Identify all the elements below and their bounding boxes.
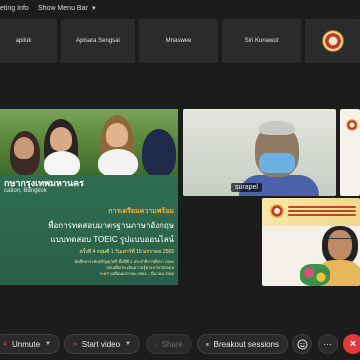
control-toolbar: Unmute ▼ Start video ▼ Share Breakout se… <box>0 330 360 358</box>
emoji-icon <box>297 339 307 349</box>
participant-name: Mnaswee <box>165 38 192 44</box>
start-video-label: Start video <box>81 339 121 349</box>
participant-tile[interactable]: Apisara Sengsai <box>61 19 135 63</box>
reactions-button[interactable] <box>292 334 312 354</box>
chevron-down-icon: ▼ <box>45 341 51 347</box>
seal-icon <box>270 204 284 218</box>
show-menu-bar-label: Show Menu Bar <box>38 5 88 12</box>
shared-photo <box>0 109 178 177</box>
glasses <box>328 238 352 245</box>
top-bar: eting Info Show Menu Bar ▼ <box>0 0 360 20</box>
chevron-down-icon: ▼ <box>125 341 131 347</box>
announcement-note: ระหว่างเดือนมกราคม 2564 – มีนาคม 2565 <box>99 271 174 276</box>
announcement: การเตรียมความพร้อม พื่อการทดสอบมาตรฐานภา… <box>14 206 174 277</box>
participant-name-tag: surapel <box>231 183 262 192</box>
face-mask <box>259 153 295 173</box>
video-tile-surapel[interactable]: surapel <box>183 109 336 196</box>
share-icon <box>155 343 157 345</box>
breakout-sessions-button[interactable]: Breakout sessions <box>197 334 288 354</box>
meeting-info-link[interactable]: eting Info <box>0 5 29 12</box>
announcement-line: แบบทดสอบ TOEIC รูปแบบออนไลน์ <box>50 235 174 244</box>
chevron-down-icon: ▼ <box>90 5 97 12</box>
participant-tile[interactable]: Mnaswee <box>139 19 218 63</box>
person-hair <box>259 121 295 135</box>
video-tile-speaker[interactable] <box>262 198 360 286</box>
leave-meeting-button[interactable]: × <box>343 334 360 354</box>
microphone-muted-icon <box>3 341 7 347</box>
person-face <box>328 230 352 260</box>
start-video-button[interactable]: Start video ▼ <box>64 334 140 354</box>
unmute-button[interactable]: Unmute ▼ <box>0 334 60 354</box>
meeting-window: eting Info Show Menu Bar ▼ apiluk Apisar… <box>0 0 360 360</box>
school-subtitle: cation, Bangkok <box>4 188 47 194</box>
shared-screen: กษากรุงเทพมหานคร cation, Bangkok การเตรี… <box>0 109 178 285</box>
share-label: Share <box>161 339 183 349</box>
unmute-label: Unmute <box>12 339 41 349</box>
breakout-label: Breakout sessions <box>213 339 279 349</box>
more-icon: … <box>323 337 333 347</box>
announcement-date: ครั้งที่ 4 กลุ่มที่ 1 วันเสาร์ที่ 15 มกร… <box>79 249 174 255</box>
background-banner <box>262 198 360 226</box>
participant-name: Apisara Sengsai <box>76 38 120 44</box>
announcement-line: พื่อการทดสอบมาตรฐานภาษาอังกฤษ <box>48 221 174 230</box>
seal-icon <box>346 119 358 131</box>
participant-strip: apiluk Apisara Sengsai Mnaswee Siri Kuna… <box>0 19 360 63</box>
show-menu-bar-toggle[interactable]: Show Menu Bar ▼ <box>38 5 97 12</box>
participant-tile[interactable]: Siri Kunawut <box>222 19 301 63</box>
avatar <box>321 30 344 52</box>
participant-tile[interactable]: apiluk <box>0 19 57 63</box>
close-icon: × <box>349 338 357 350</box>
breakout-icon <box>206 342 209 346</box>
video-camera-icon <box>73 342 77 346</box>
announcement-title: การเตรียมความพร้อม <box>108 208 174 215</box>
participant-tile[interactable] <box>305 19 360 63</box>
more-options-button[interactable]: … <box>318 334 338 354</box>
video-tile-partial[interactable] <box>340 109 360 196</box>
participant-name: Siri Kunawut <box>244 38 279 44</box>
participant-name: apiluk <box>15 38 32 44</box>
share-button[interactable]: Share <box>146 334 192 354</box>
flower-garland <box>300 264 330 286</box>
